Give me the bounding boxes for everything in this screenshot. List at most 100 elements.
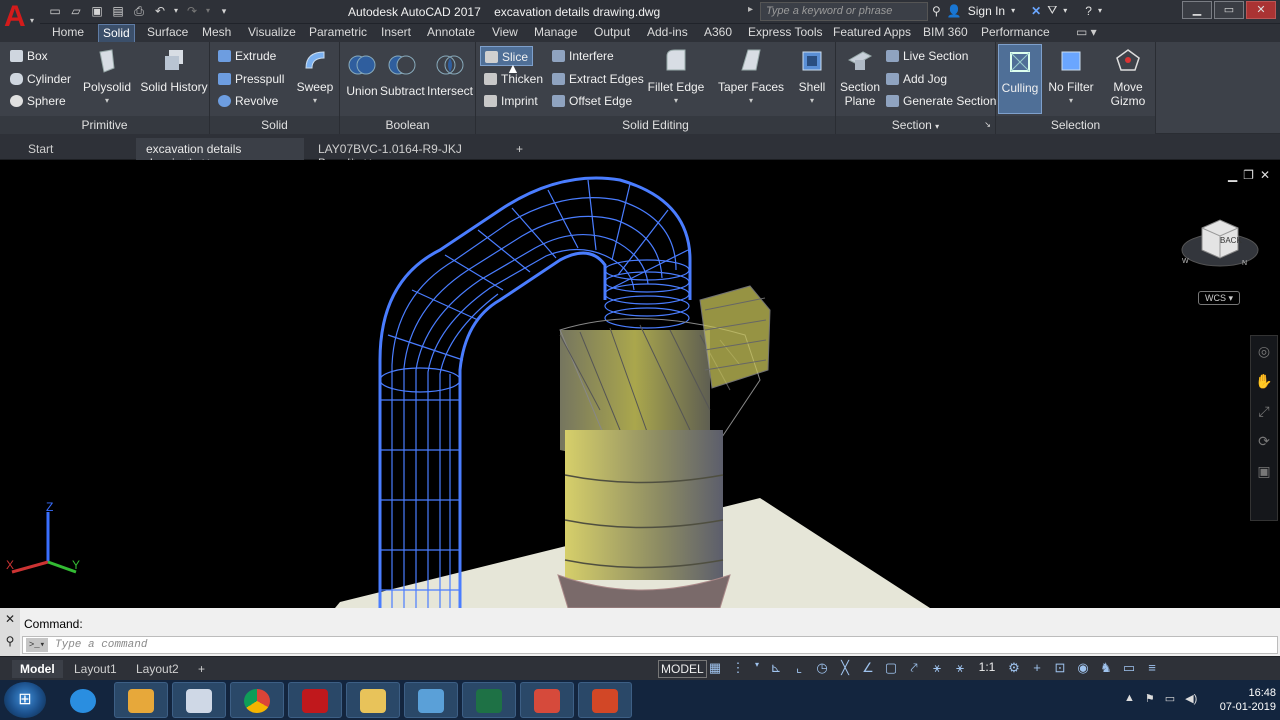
tab-view[interactable]: View	[488, 24, 522, 42]
taskbar-chrome[interactable]	[230, 682, 284, 718]
tab-performance[interactable]: Performance	[977, 24, 1054, 42]
taskbar-powerpoint[interactable]	[578, 682, 632, 718]
tab-surface[interactable]: Surface	[143, 24, 192, 42]
sphere-button[interactable]: Sphere	[10, 91, 66, 111]
save-as-icon[interactable]: ▤	[109, 3, 127, 19]
ribbon-overflow-icon[interactable]: ▸	[748, 4, 753, 15]
units-icon[interactable]: ⊡	[1053, 660, 1067, 676]
tab-annotate[interactable]: Annotate	[423, 24, 479, 42]
network-icon[interactable]: ▭	[1165, 692, 1175, 705]
snap-dropdown-icon[interactable]: ▾	[754, 660, 760, 676]
panel-title-section[interactable]: Section ▾ ↘	[836, 116, 995, 134]
lineweight-icon[interactable]: ⤤	[907, 660, 921, 676]
culling-button[interactable]: Culling	[998, 44, 1042, 114]
command-input[interactable]: >_▾ Type a command	[22, 636, 1278, 654]
hardware-acceleration-icon[interactable]: ◉	[1076, 660, 1090, 676]
tab-solid[interactable]: Solid	[98, 24, 135, 42]
tab-parametric[interactable]: Parametric	[305, 24, 371, 42]
auto-scale-icon[interactable]: ⚹	[953, 660, 967, 676]
isolate-objects-icon[interactable]: ♞	[1099, 660, 1113, 676]
offset-edge-button[interactable]: Offset Edge	[552, 91, 632, 111]
viewport-minimize-icon[interactable]: ▁	[1228, 168, 1237, 182]
viewport-restore-icon[interactable]: ❐	[1243, 168, 1254, 182]
customization-icon[interactable]: ≡	[1145, 660, 1159, 676]
undo-icon[interactable]: ↶	[151, 3, 169, 19]
doc-tab-excavation[interactable]: excavation details drawing*✕	[136, 138, 304, 170]
polysolid-button[interactable]: Polysolid ▾	[82, 46, 132, 108]
a360-icon[interactable]: ⛛	[1047, 3, 1057, 18]
move-gizmo-button[interactable]: Move Gizmo	[1104, 46, 1152, 108]
polar-tracking-icon[interactable]: ◷	[815, 660, 829, 676]
ortho-icon[interactable]: ⌞	[792, 660, 806, 676]
tab-visualize[interactable]: Visualize	[244, 24, 300, 42]
customize-qat-icon[interactable]: ▾	[215, 3, 233, 19]
new-tab-button[interactable]: +	[510, 138, 534, 160]
section-plane-button[interactable]: Section Plane	[838, 46, 882, 108]
annotation-scale-label[interactable]: 1:1	[976, 660, 998, 676]
extract-edges-button[interactable]: Extract Edges	[552, 69, 644, 89]
snap-icon[interactable]: ⋮	[731, 660, 745, 676]
tab-manage[interactable]: Manage	[530, 24, 581, 42]
taskbar-screen-recorder[interactable]	[520, 682, 574, 718]
annotation-visibility-icon[interactable]: ⚹	[930, 660, 944, 676]
new-file-icon[interactable]: ▭	[46, 3, 64, 19]
a360-dropdown-icon[interactable]: ▾	[1063, 6, 1067, 15]
extrude-button[interactable]: Extrude	[218, 46, 276, 66]
start-button[interactable]: ⊞	[4, 682, 46, 718]
help-icon[interactable]: ?	[1085, 4, 1092, 18]
intersect-button[interactable]: Intersect	[426, 50, 474, 98]
tab-home[interactable]: Home	[48, 24, 88, 42]
tab-featured-apps[interactable]: Featured Apps	[829, 24, 915, 42]
union-button[interactable]: Union	[344, 50, 380, 98]
redo-icon[interactable]: ↷	[183, 3, 201, 19]
showmotion-icon[interactable]: ▣	[1251, 456, 1277, 486]
workspace-gear-icon[interactable]: ⚙	[1007, 660, 1021, 676]
doc-tab-lay07[interactable]: LAY07BVC-1.0164-R9-JKJ Board*✕	[308, 138, 508, 170]
grid-icon[interactable]: ▦	[708, 660, 722, 676]
command-prompt-icon[interactable]: >_▾	[26, 638, 48, 652]
add-jog-button[interactable]: Add Jog	[886, 69, 947, 89]
object-snap-icon[interactable]: ▢	[884, 660, 898, 676]
application-menu-button[interactable]: A ▾	[0, 0, 40, 42]
tray-expand-icon[interactable]: ▲	[1124, 692, 1135, 705]
layout-tab-layout2[interactable]: Layout2	[128, 660, 187, 678]
taskbar-file-explorer[interactable]	[346, 682, 400, 718]
print-icon[interactable]: ⎙	[130, 3, 148, 19]
layout-tab-model[interactable]: Model	[12, 660, 63, 678]
live-section-button[interactable]: Live Section	[886, 46, 968, 66]
search-input[interactable]: Type a keyword or phrase	[760, 2, 928, 21]
shell-button[interactable]: Shell ▾	[794, 46, 830, 108]
minimize-icon[interactable]: ▁	[1182, 1, 1212, 19]
taper-faces-button[interactable]: Taper Faces ▾	[716, 46, 786, 108]
tab-insert[interactable]: Insert	[377, 24, 415, 42]
no-filter-button[interactable]: No Filter ▾	[1046, 46, 1096, 108]
taskbar-clock[interactable]: 16:48 07-01-2019	[1220, 686, 1276, 714]
viewcube[interactable]: BACK W N	[1180, 214, 1260, 274]
infer-constraints-icon[interactable]: ⊾	[769, 660, 783, 676]
subtract-button[interactable]: Subtract	[380, 50, 425, 98]
sign-in-dropdown-icon[interactable]: ▾	[1011, 6, 1015, 15]
help-dropdown-icon[interactable]: ▾	[1098, 6, 1102, 15]
taskbar-notepad[interactable]	[172, 682, 226, 718]
taskbar-photo-viewer[interactable]	[404, 682, 458, 718]
interfere-button[interactable]: Interfere	[552, 46, 614, 66]
clean-screen-icon[interactable]: ▭	[1122, 660, 1136, 676]
isodraft-icon[interactable]: ╳	[838, 660, 852, 676]
taskbar-autocad[interactable]	[288, 682, 342, 718]
volume-icon[interactable]: ◀)	[1185, 692, 1197, 705]
open-file-icon[interactable]: ▱	[67, 3, 85, 19]
generate-section-button[interactable]: Generate Section	[886, 91, 996, 111]
drawing-viewport[interactable]: ▁ ❐ ✕ BACK W N WCS ▾ ◎ ✋ ⤢ ⟳ ▣ Z X Y	[0, 160, 1280, 608]
exchange-apps-icon[interactable]: ✕	[1031, 4, 1041, 18]
pan-icon[interactable]: ✋	[1251, 366, 1277, 396]
presspull-button[interactable]: Presspull	[218, 69, 284, 89]
redo-dropdown-icon[interactable]: ▾	[204, 3, 212, 19]
tab-mesh[interactable]: Mesh	[198, 24, 235, 42]
taskbar-internet-explorer[interactable]	[56, 682, 110, 718]
tab-output[interactable]: Output	[590, 24, 634, 42]
tab-express-tools[interactable]: Express Tools	[744, 24, 826, 42]
add-layout-button[interactable]: +	[190, 660, 213, 678]
box-button[interactable]: Box	[10, 46, 48, 66]
undo-dropdown-icon[interactable]: ▾	[172, 3, 180, 19]
layout-tab-layout1[interactable]: Layout1	[66, 660, 125, 678]
